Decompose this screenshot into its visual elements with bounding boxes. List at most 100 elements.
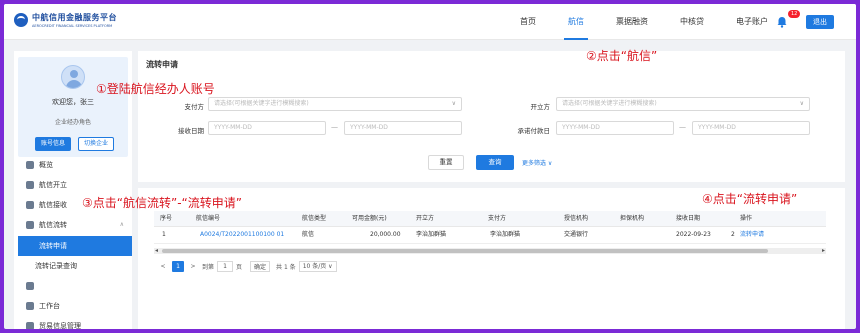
sidebar-item-collapsed[interactable]: [14, 276, 132, 296]
due-date-end[interactable]: YYYY-MM-DD: [692, 121, 810, 135]
row-amount: 20,000.00: [370, 231, 401, 238]
transfer-apply-link[interactable]: 流转申请: [740, 227, 764, 243]
receive-date-start[interactable]: YYYY-MM-DD: [208, 121, 326, 135]
row-number-link[interactable]: A0024/T2022001100100 01: [200, 227, 284, 243]
col-guarantee-org: 担保机构: [620, 215, 645, 222]
date-placeholder: YYYY-MM-DD: [562, 124, 600, 131]
annotation-step3: ③点击“航信流转”-“流转申请”: [82, 196, 242, 210]
scroll-right-icon[interactable]: ▸: [822, 247, 825, 254]
logo-icon: [14, 13, 28, 27]
nav-hangxin[interactable]: 航信: [564, 4, 588, 40]
avatar: [61, 65, 85, 89]
table-row: 1 A0024/T2022001100100 01 航信 20,000.00 李…: [154, 227, 826, 244]
receive-date-label: 接收日期: [178, 127, 204, 135]
sidebar-item-overview[interactable]: 概览: [14, 155, 132, 175]
row-credit-org: 交通银行: [564, 231, 589, 238]
sidebar-item-transfer[interactable]: 航信流转 ∧: [14, 215, 132, 235]
home-icon: [26, 161, 34, 169]
table-horizontal-scrollbar[interactable]: ◂ ▸: [154, 247, 826, 254]
nav-zhonghedai[interactable]: 中核贷: [680, 4, 704, 40]
prev-page-icon[interactable]: <: [158, 263, 168, 270]
reset-button[interactable]: 重置: [428, 155, 464, 170]
logo-en: AEROCREDIT FINANCIAL SERVICES PLATFORM: [32, 24, 113, 28]
sidebar-item-issue[interactable]: 航信开立: [14, 175, 132, 195]
row-truncated: 2: [731, 231, 735, 238]
next-page-icon[interactable]: >: [188, 263, 198, 270]
notification-badge: 12: [788, 10, 801, 18]
folder-icon: [26, 282, 34, 290]
scroll-thumb[interactable]: [162, 249, 768, 253]
payer-label: 支付方: [184, 103, 205, 111]
workbench-icon: [26, 302, 34, 310]
main-nav: 首页 航信 票据融资 中核贷 电子账户: [520, 4, 800, 40]
row-receive-date: 2022-09-23: [676, 231, 711, 238]
sidebar-item-label: 航信接收: [39, 201, 67, 209]
col-number: 航信编号: [196, 215, 221, 222]
nav-home[interactable]: 首页: [520, 4, 536, 40]
sidebar-item-label: 流转记录查询: [35, 262, 77, 270]
sidebar-item-label: 贸易信息管理: [39, 322, 81, 329]
profile-card: 欢迎您，张三 企业经办角色 账号信息 切换企业: [18, 57, 128, 157]
date-placeholder: YYYY-MM-DD: [698, 124, 736, 131]
payer-placeholder: 请选择(可根据关键字进行模糊搜索): [214, 100, 309, 107]
col-type: 航信类型: [302, 215, 327, 222]
sidebar-item-label: 概览: [39, 161, 53, 169]
sidebar-item-label: 航信流转: [39, 221, 67, 229]
col-index: 序号: [160, 215, 173, 222]
row-payer: 李治加群猫: [490, 231, 521, 238]
welcome-text: 欢迎您，张三: [52, 98, 94, 106]
col-action: 操作: [740, 215, 753, 222]
page-title: 流转申请: [146, 60, 178, 69]
page-unit-label: 页: [236, 264, 243, 271]
sidebar-item-transfer-apply[interactable]: 流转申请: [18, 236, 132, 256]
pagination: < 1 > 到第 1 页 确定 共 1 条 10 条/页 ∨: [158, 261, 337, 272]
query-button[interactable]: 查询: [476, 155, 514, 170]
issuer-label: 开立方: [530, 103, 551, 111]
sidebar-item-trade-info[interactable]: 贸易信息管理: [14, 316, 132, 329]
transfer-icon: [26, 221, 34, 229]
sidebar-item-label: 工作台: [39, 302, 60, 310]
issuer-select[interactable]: 请选择(可根据关键字进行模糊搜索) ∨: [556, 97, 810, 111]
annotation-step2: ②点击“航信”: [586, 49, 658, 63]
page-size-select[interactable]: 10 条/页 ∨: [298, 261, 337, 272]
col-receive-date: 接收日期: [676, 215, 701, 222]
sidebar-item-transfer-records[interactable]: 流转记录查询: [14, 256, 132, 276]
account-info-button[interactable]: 账号信息: [35, 137, 71, 151]
sidebar-item-label: 航信开立: [39, 181, 67, 189]
annotation-step4: ④点击“流转申请”: [702, 192, 798, 206]
due-date-label: 承诺付款日: [517, 127, 551, 135]
section-divider: [138, 182, 845, 188]
confirm-page-button[interactable]: 确定: [250, 261, 271, 272]
date-range-dash: —: [331, 123, 338, 131]
role-text: 企业经办角色: [54, 119, 91, 126]
trade-icon: [26, 322, 34, 329]
row-index: 1: [162, 231, 166, 238]
nav-bill-financing[interactable]: 票据融资: [616, 4, 648, 40]
total-count: 共 1 条: [276, 264, 296, 271]
receive-date-end[interactable]: YYYY-MM-DD: [344, 121, 462, 135]
row-type: 航信: [302, 231, 315, 238]
row-issuer: 李治加群猫: [416, 231, 447, 238]
due-date-start[interactable]: YYYY-MM-DD: [556, 121, 674, 135]
table-header: 序号 航信编号 航信类型 可用金额(元) 开立方 支付方 授信机构 担保机构 接…: [154, 211, 826, 227]
col-payer: 支付方: [488, 215, 507, 222]
scroll-left-icon[interactable]: ◂: [155, 247, 158, 254]
page-number-current[interactable]: 1: [172, 261, 184, 272]
col-amount: 可用金额(元): [352, 215, 387, 222]
goto-page-input[interactable]: 1: [217, 261, 234, 272]
nav-e-account[interactable]: 电子账户: [736, 4, 768, 40]
switch-company-button[interactable]: 切换企业: [78, 137, 114, 151]
issuer-placeholder: 请选择(可根据关键字进行模糊搜索): [562, 100, 657, 107]
date-placeholder: YYYY-MM-DD: [214, 124, 252, 131]
bell-icon[interactable]: [776, 16, 788, 28]
logout-button[interactable]: 退出: [806, 15, 834, 29]
sidebar-item-label: 流转申请: [39, 242, 67, 250]
platform-logo[interactable]: 中航信用金融服务平台 AEROCREDIT FINANCIAL SERVICES…: [14, 12, 117, 28]
chevron-down-icon: ∨: [451, 100, 456, 107]
logo-cn: 中航信用金融服务平台: [32, 13, 117, 22]
sidebar-item-workbench[interactable]: 工作台: [14, 296, 132, 316]
more-filters-link[interactable]: 更多筛选 ∨: [522, 158, 552, 167]
avatar-head: [70, 70, 78, 78]
app-frame: 中航信用金融服务平台 AEROCREDIT FINANCIAL SERVICES…: [4, 4, 856, 329]
payer-select[interactable]: 请选择(可根据关键字进行模糊搜索) ∨: [208, 97, 462, 111]
